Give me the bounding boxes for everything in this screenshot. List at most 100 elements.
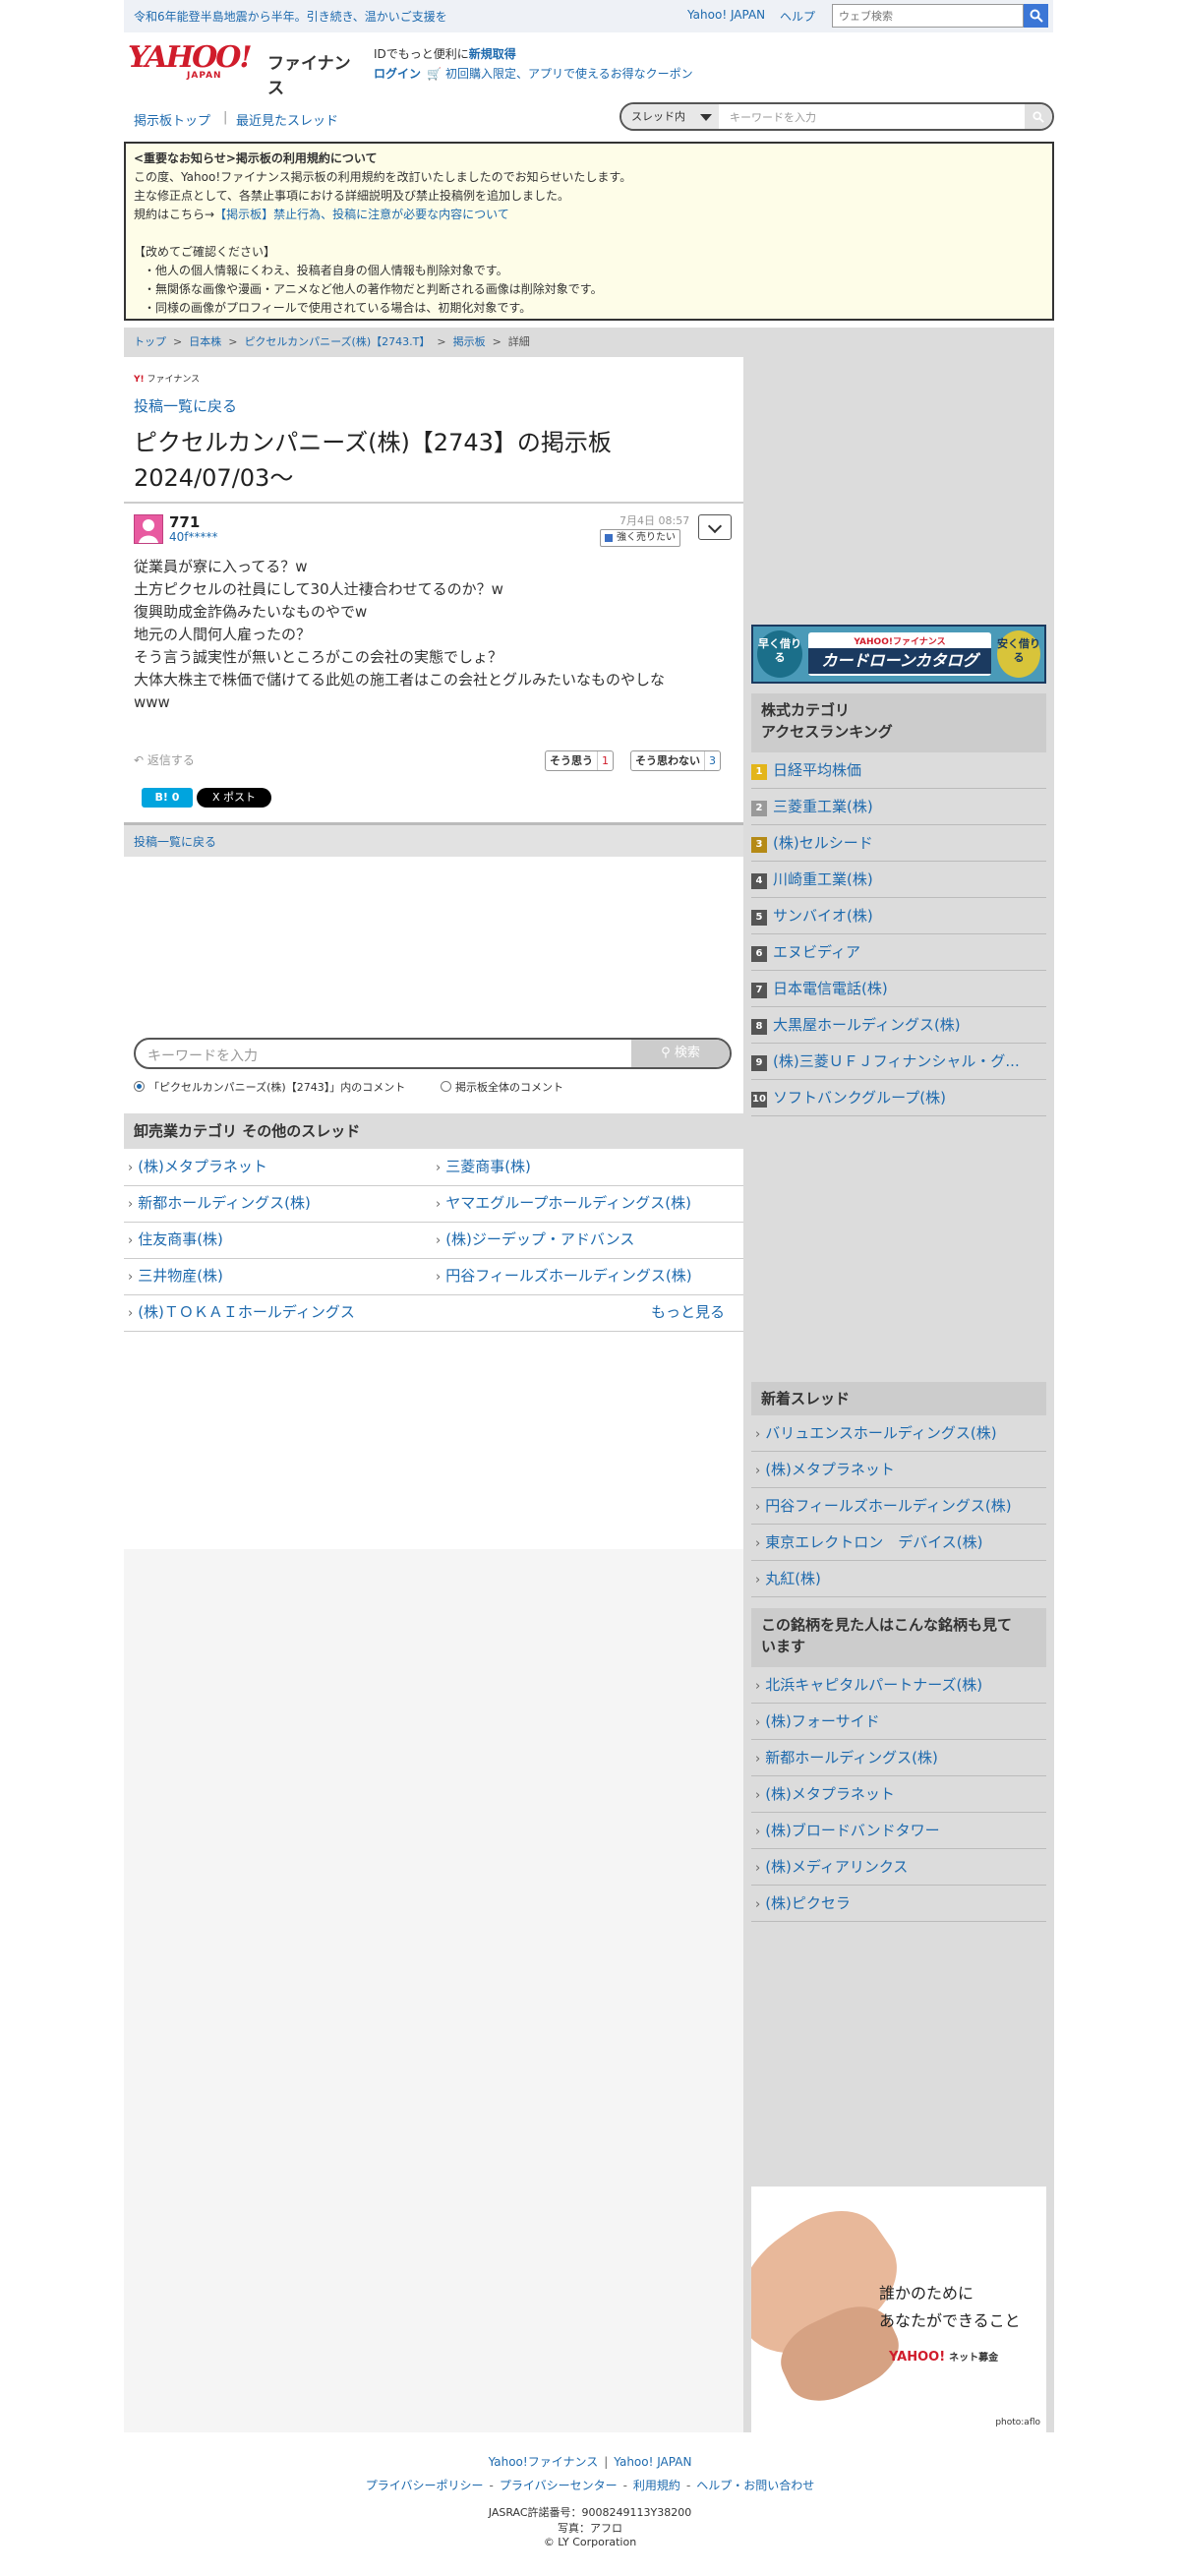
back-to-list-link[interactable]: 投稿一覧に戻る (134, 395, 237, 416)
ranking-item[interactable]: 2 三菱重工業(株) (751, 789, 1046, 825)
footer-copyright: © LY Corporation (543, 2536, 637, 2548)
ranking-item[interactable]: 8 大黒屋ホールディングス(株) (751, 1007, 1046, 1044)
back-to-list-link-2[interactable]: 投稿一覧に戻る (134, 833, 216, 850)
login-link[interactable]: ログイン (374, 67, 421, 81)
coupon-link[interactable]: 初回購入限定、アプリで使えるお得なクーポン (445, 67, 693, 81)
breadcrumb-board[interactable]: 掲示板 (453, 335, 486, 348)
keyword-search-label: 検索 (674, 1046, 700, 1060)
new-thread-link[interactable]: 円谷フィールズホールディングス(株) (751, 1488, 1046, 1525)
footer-yj-link[interactable]: Yahoo! JAPAN (614, 2455, 691, 2469)
other-thread-link[interactable]: (株)ＴＯＫＡＩホールディングス (128, 1294, 355, 1331)
other-thread-link[interactable]: 新都ホールディングス(株) (128, 1185, 311, 1222)
ranking-item[interactable]: 5 サンバイオ(株) (751, 898, 1046, 934)
signup-link[interactable]: 新規取得 (469, 47, 516, 61)
other-thread-link[interactable]: ヤマエグループホールディングス(株) (436, 1185, 691, 1222)
other-thread-link[interactable]: (株)メタプラネット (128, 1149, 267, 1185)
notice-prefix: 規約はこちら→ (134, 208, 215, 221)
other-thread-link[interactable]: 三菱商事(株) (436, 1149, 531, 1185)
rank-badge: 10 (751, 1092, 767, 1108)
footer-terms[interactable]: 利用規約 (633, 2479, 680, 2492)
disagree-button[interactable]: そう思わない 3 (630, 750, 721, 771)
footer-help[interactable]: ヘルプ・お問い合わせ (696, 2479, 814, 2492)
new-thread-link[interactable]: 東京エレクトロン デバイス(株) (751, 1525, 1046, 1561)
post-menu-button[interactable] (698, 514, 732, 540)
also-viewed-link[interactable]: 新都ホールディングス(株) (751, 1740, 1046, 1776)
search-scope-select[interactable]: スレッド内 (621, 104, 719, 129)
web-search-input[interactable] (832, 4, 1024, 28)
top-bar-inner: 令和6年能登半島地震から半年。引き続き、温かいご支援を Yahoo! JAPAN… (124, 0, 1053, 32)
ranking-item[interactable]: 4 川崎重工業(株) (751, 862, 1046, 898)
top-bar: 令和6年能登半島地震から半年。引き続き、温かいご支援を Yahoo! JAPAN… (0, 0, 1180, 32)
footer-jasrac: JASRAC許諾番号：9008249113Y38200 (488, 2506, 692, 2519)
new-thread-link[interactable]: バリュエンスホールディングス(株) (751, 1415, 1046, 1452)
help-link[interactable]: ヘルプ (780, 8, 815, 25)
other-thread-link[interactable]: 住友商事(株) (128, 1222, 223, 1258)
radio-all-comments[interactable]: 掲示板全体のコメント (441, 1079, 563, 1095)
footer-finance-link[interactable]: Yahoo!ファイナンス (489, 2455, 599, 2469)
avatar[interactable] (134, 514, 163, 544)
ad-photo-credit: photo:aflo (995, 2418, 1040, 2427)
post-line: 従業員が寮に入ってる？w (134, 558, 308, 575)
reply-button[interactable]: ↶ 返信する (134, 751, 195, 768)
ranking-item[interactable]: 6 エヌビディア (751, 934, 1046, 971)
new-thread-link[interactable]: 丸紅(株) (751, 1561, 1046, 1597)
post-line: 土方ピクセルの社員にして30人辻褄合わせてるのか？w (134, 580, 503, 598)
breadcrumb-top[interactable]: トップ (134, 335, 166, 348)
more-threads-link[interactable]: もっと見る (651, 1294, 725, 1331)
x-post-button[interactable]: X ポスト (197, 788, 271, 808)
ranking-item[interactable]: 1 日経平均株価 (751, 752, 1046, 789)
web-search-button[interactable] (1024, 4, 1048, 28)
also-viewed-link[interactable]: (株)メタプラネット (751, 1776, 1046, 1813)
board-search-input[interactable]: キーワードを入力 (730, 109, 816, 125)
breadcrumb-sep: > (173, 335, 183, 348)
post-user-link[interactable]: 40f***** (169, 530, 218, 544)
card-loan-banner[interactable]: 早く借りる YAHOO!ファイナンス カードローンカタログ 安く借りる (751, 625, 1046, 684)
finance-small-text: ファイナンス (147, 375, 201, 385)
board-search: スレッド内 キーワードを入力 (620, 102, 1054, 131)
board-top-link[interactable]: 掲示板トップ (134, 110, 210, 129)
ranking-item[interactable]: 7 日本電信電話(株) (751, 971, 1046, 1007)
keyword-search-button[interactable]: ⚲ 検索 (631, 1040, 730, 1067)
breadcrumb-stocks[interactable]: 日本株 (189, 335, 221, 348)
other-thread-link[interactable]: 三井物産(株) (128, 1258, 223, 1294)
other-thread-link[interactable]: 円谷フィールズホールディングス(株) (436, 1258, 691, 1294)
rank-badge: 7 (751, 983, 767, 998)
footer-privacy-center[interactable]: プライバシーセンター (500, 2479, 618, 2492)
recent-threads-link[interactable]: 最近見たスレッド (236, 110, 338, 129)
post-date: 7月4日 08:57 (620, 514, 690, 527)
rank-badge: 6 (751, 946, 767, 962)
disaster-notice-link[interactable]: 令和6年能登半島地震から半年。引き続き、温かいご支援を (134, 8, 447, 25)
reply-icon: ↶ (134, 753, 145, 767)
radio-thread-comments[interactable]: 「ピクセルカンパニーズ(株)【2743】」内のコメント (134, 1079, 405, 1095)
also-viewed-link[interactable]: 北浜キャピタルパートナーズ(株) (751, 1667, 1046, 1704)
other-thread-link[interactable]: (株)ジーデップ・アドバンス (436, 1222, 634, 1258)
donation-ad[interactable]: 誰かのために あなたができること YAHOO! ネット募金 photo:aflo (751, 2187, 1046, 2432)
also-viewed-link[interactable]: (株)メディアリンクス (751, 1849, 1046, 1886)
ad-yahoo-sub: ネット募金 (949, 2353, 999, 2364)
post-line: www (134, 693, 170, 711)
terms-link[interactable]: 【掲示板】禁止行為、投稿に注意が必要な内容について (214, 208, 509, 221)
also-viewed-link[interactable]: (株)フォーサイド (751, 1704, 1046, 1740)
rank-badge: 3 (751, 837, 767, 853)
footer-privacy-policy[interactable]: プライバシーポリシー (366, 2479, 484, 2492)
yahoo-japan-link[interactable]: Yahoo! JAPAN (687, 8, 765, 22)
breadcrumb-company[interactable]: ピクセルカンパニーズ(株)【2743.T】 (244, 335, 430, 348)
also-viewed-link[interactable]: (株)ブロードバンドタワー (751, 1813, 1046, 1849)
keyword-search-input[interactable]: キーワードを入力 (148, 1046, 258, 1065)
ranking-item[interactable]: 9 (株)三菱ＵＦＪフィナンシャル・グ... (751, 1044, 1046, 1080)
post-line: 地元の人間何人雇ったの？ (134, 626, 312, 643)
agree-button[interactable]: そう思う 1 (545, 750, 614, 771)
rank-badge: 8 (751, 1019, 767, 1035)
also-viewed-link[interactable]: (株)ピクセラ (751, 1886, 1046, 1922)
breadcrumb-sep: > (437, 335, 446, 348)
ranking-item[interactable]: 3 (株)セルシード (751, 825, 1046, 862)
yahoo-finance-logo[interactable]: YAHOO! JAPAN ファイナンス (128, 43, 366, 99)
ranking-item[interactable]: 10 ソフトバンクグループ(株) (751, 1080, 1046, 1116)
board-search-button[interactable] (1025, 104, 1052, 129)
footer-links-2: プライバシーポリシー - プライバシーセンター - 利用規約 - ヘルプ・お問い合わせ (0, 2477, 1180, 2493)
ad-yahoo-logo: YAHOO! ネット募金 (889, 2349, 998, 2365)
new-thread-link[interactable]: (株)メタプラネット (751, 1452, 1046, 1488)
hatena-bookmark-button[interactable]: B! 0 (142, 788, 193, 808)
also-viewed-heading: この銘柄を見た人はこんな銘柄も見て います (751, 1608, 1046, 1667)
rank-badge: 4 (751, 873, 767, 889)
